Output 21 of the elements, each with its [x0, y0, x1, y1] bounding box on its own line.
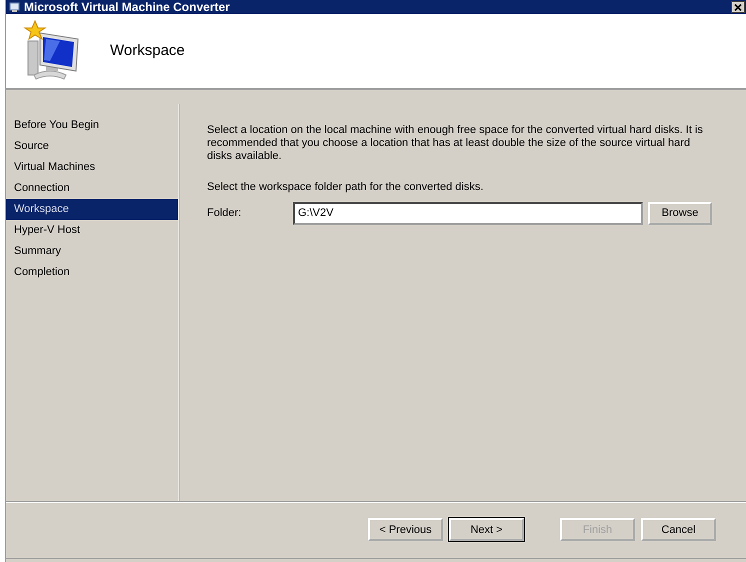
step-item[interactable]: Source	[6, 136, 178, 157]
step-item[interactable]: Before You Begin	[6, 114, 178, 136]
step-item[interactable]: Hyper-V Host	[6, 220, 178, 241]
step-item[interactable]: Workspace	[6, 198, 178, 220]
window-title: Microsoft Virtual Machine Converter	[24, 0, 231, 14]
wizard-button[interactable]: Cancel	[641, 518, 716, 542]
step-item[interactable]: Connection	[6, 178, 178, 199]
page-title: Workspace	[110, 42, 185, 60]
close-button[interactable]	[731, 1, 745, 13]
computer-icon	[8, 2, 20, 12]
wizard-button[interactable]: Next >	[449, 518, 524, 542]
folder-field[interactable]: G:\V2V	[293, 202, 643, 225]
close-icon	[734, 4, 742, 10]
description-text: Select a location on the local machine with enough free space for the converted virtual hard disks. It is recommended that you choose a location that has at least double the size of the source virtual hard disks available.	[207, 124, 704, 163]
browse-button[interactable]: Browse	[648, 202, 712, 225]
step-item[interactable]: Virtual Machines	[6, 156, 178, 178]
step-item[interactable]: Summary	[6, 240, 178, 262]
folder-label: Folder:	[207, 207, 242, 220]
step-item[interactable]: Completion	[6, 262, 178, 283]
instruction-text: Select the workspace folder path for the converted disks.	[207, 180, 484, 193]
wizard-button[interactable]: < Previous	[368, 518, 443, 542]
